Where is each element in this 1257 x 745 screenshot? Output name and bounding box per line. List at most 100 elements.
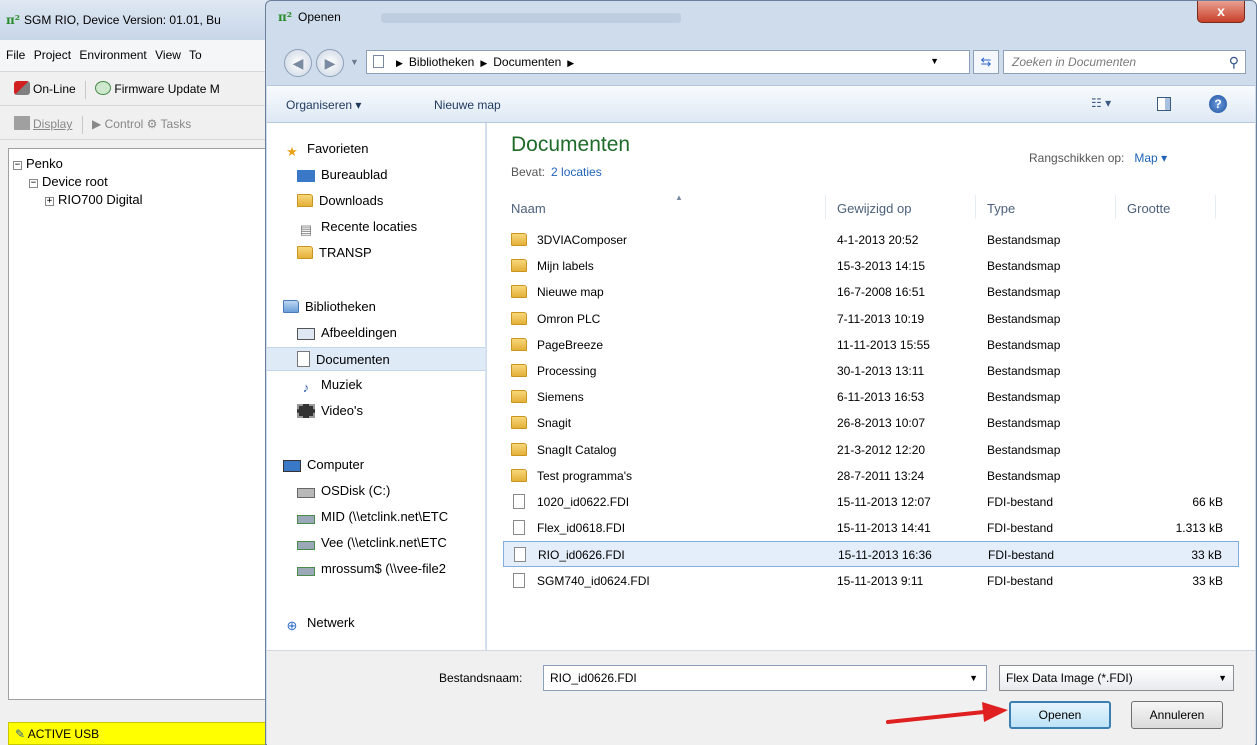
nav-item-recent-places[interactable]: ▤ Recente locaties [267,215,485,239]
address-dropdown-icon[interactable]: ▼ [930,56,939,66]
chevron-right-icon[interactable]: ▶ [567,58,574,68]
nav-item-vee-drive[interactable]: Vee (\\etclink.net\ETC [267,531,485,555]
forward-button[interactable]: ▶ [316,49,344,77]
display-button[interactable]: Display [14,116,72,131]
folder-row[interactable]: Mijn labels 15-3-2013 14:15 Bestandsmap [503,253,1239,279]
chevron-down-icon[interactable]: ▼ [969,673,978,683]
column-divider[interactable] [1215,195,1216,219]
nav-item-transp[interactable]: TRANSP [267,241,485,265]
file-row[interactable]: Flex_id0618.FDI 15-11-2013 14:41 FDI-besta… [503,515,1239,541]
menu-environment[interactable]: Environment [79,48,146,62]
back-button[interactable]: ◀ [284,49,312,77]
nav-item-music[interactable]: ♪ Muziek [267,373,485,397]
online-button[interactable]: On-Line [14,81,76,96]
tree-node-penko[interactable]: − Penko [13,155,274,173]
toolbar-separator [85,81,87,99]
column-header-type[interactable]: Type [987,201,1015,216]
nav-item-mrossum-drive[interactable]: mrossum$ (\\vee-file2 [267,557,485,581]
column-header-size[interactable]: Grootte [1127,201,1170,216]
network-drive-icon [297,541,315,550]
address-bar[interactable]: ▶ Bibliotheken ▶ Documenten ▶ ▼ [366,50,970,74]
nav-item-documents[interactable]: Documenten [267,347,485,371]
column-header-modified[interactable]: Gewijzigd op [837,201,911,216]
folder-row[interactable]: Nieuwe map 16-7-2008 16:51 Bestandsmap [503,279,1239,305]
folder-icon [511,306,533,332]
chevron-right-icon[interactable]: ▶ [480,58,487,68]
column-header-name[interactable]: Naam [511,201,546,216]
search-icon[interactable]: ⚲ [1229,54,1239,71]
recent-pages-dropdown[interactable]: ▼ [350,57,359,67]
menu-view[interactable]: View [155,48,181,62]
nav-item-osdisk[interactable]: OSDisk (C:) [267,479,485,503]
file-row[interactable]: 1020_id0622.FDI 15-11-2013 12:07 FDI-besta… [503,489,1239,515]
file-type: Bestandsmap [987,468,1061,483]
folder-row[interactable]: Snagit 26-8-2013 10:07 Bestandsmap [503,410,1239,436]
cancel-button[interactable]: Annuleren [1131,701,1223,729]
tree-node-device-root[interactable]: − Device root [13,173,274,191]
folder-icon [297,246,313,259]
search-placeholder: Zoeken in Documenten [1012,55,1137,69]
nav-item-downloads[interactable]: Downloads [267,189,485,213]
refresh-button[interactable]: ⇆ [973,50,999,74]
menu-project[interactable]: Project [34,48,71,62]
organize-button[interactable]: Organiseren ▾ [286,98,361,112]
arrange-by-dropdown[interactable]: Map ▾ [1134,151,1167,165]
filename-input[interactable]: RIO_id0626.FDI ▼ [543,665,987,691]
file-name: Test programma's [537,468,632,483]
breadcrumb-libraries[interactable]: Bibliotheken [409,55,474,69]
control-button[interactable]: ▶ Control [92,117,143,131]
change-view-button[interactable]: ☷ ▾ [1091,96,1125,114]
nav-network[interactable]: ⊕ Netwerk [267,611,485,635]
file-row-selected[interactable]: RIO_id0626.FDI 15-11-2013 16:36 FDI-bestan… [503,541,1239,568]
collapse-icon[interactable]: − [29,179,38,188]
column-divider[interactable] [825,195,826,219]
downloads-folder-icon [297,194,313,207]
file-modified: 26-8-2013 10:07 [837,416,926,431]
close-button[interactable]: x [1197,1,1245,23]
preview-pane-button[interactable] [1157,97,1171,111]
column-divider[interactable] [975,195,976,219]
folder-row[interactable]: Siemens 6-11-2013 16:53 Bestandsmap [503,384,1239,410]
search-input[interactable]: Zoeken in Documenten ⚲ [1003,50,1246,74]
background-menubar: File Project Environment View To [0,40,275,72]
folder-row[interactable]: 3DVIAComposer 4-1-2013 20:52 Bestandsmap [503,227,1239,253]
new-folder-button[interactable]: Nieuwe map [434,98,501,112]
nav-item-desktop[interactable]: Bureaublad [267,163,485,187]
menu-file[interactable]: File [6,48,25,62]
nav-item-mid-drive[interactable]: MID (\\etclink.net\ETC [267,505,485,529]
file-type: Bestandsmap [987,416,1061,431]
menu-tools[interactable]: To [189,48,202,62]
nav-favorites[interactable]: ★ Favorieten [267,137,485,161]
help-icon[interactable]: ? [1209,95,1227,113]
expand-icon[interactable]: + [45,197,54,206]
file-name: SnagIt Catalog [537,442,617,457]
firmware-update-button[interactable]: Firmware Update M [95,81,220,96]
collapse-icon[interactable]: − [13,161,22,170]
nav-item-pictures[interactable]: Afbeeldingen [267,321,485,345]
folder-row[interactable]: Test programma's 28-7-2011 13:24 Bestandsm… [503,463,1239,489]
locations-link[interactable]: 2 locaties [551,165,602,179]
file-type-select[interactable]: Flex Data Image (*.FDI) ▼ [999,665,1234,691]
network-drive-icon [297,567,315,576]
tree-node-rio700-digital[interactable]: + RIO700 Digital [13,191,274,209]
open-button[interactable]: Openen [1009,701,1111,729]
tasks-button[interactable]: ⚙ Tasks [147,117,192,131]
plug-icon [14,81,30,96]
file-row[interactable]: SGM740_id0624.FDI 15-11-2013 9:11 FDI-best… [503,568,1239,594]
nav-libraries[interactable]: Bibliotheken [267,295,485,319]
chevron-right-icon[interactable]: ▶ [396,58,403,68]
folder-row[interactable]: Processing 30-1-2013 13:11 Bestandsmap [503,358,1239,384]
blurred-title-text [380,12,681,23]
nav-computer[interactable]: Computer [267,453,485,477]
dialog-title: Openen [298,10,341,24]
folder-row[interactable]: PageBreeze 11-11-2013 15:55 Bestandsmap [503,332,1239,358]
star-icon: ★ [286,144,298,159]
pictures-icon [297,328,315,340]
column-divider[interactable] [1115,195,1116,219]
background-toolbar-2: Display ▶ Control ⚙ Tasks [0,106,275,140]
folder-row[interactable]: SnagIt Catalog 21-3-2012 12:20 Bestandsmap [503,437,1239,463]
nav-item-videos[interactable]: Video's [267,399,485,423]
breadcrumb-documents[interactable]: Documenten [493,55,561,69]
tree-node-label: Device root [42,174,108,189]
folder-row[interactable]: Omron PLC 7-11-2013 10:19 Bestandsmap [503,306,1239,332]
